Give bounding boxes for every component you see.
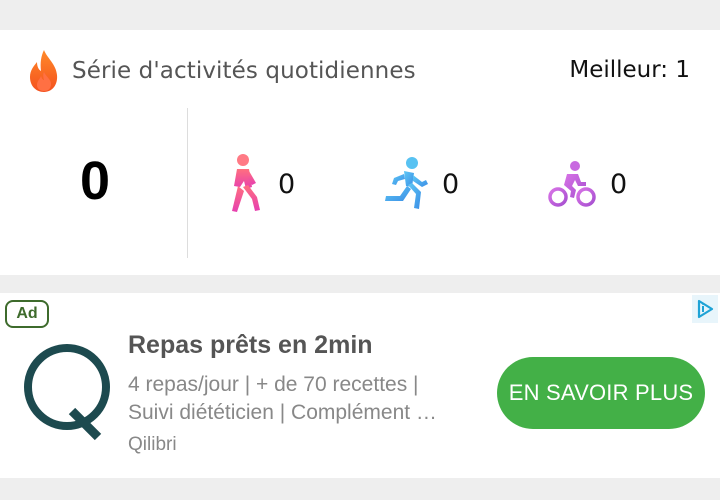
adchoices-icon[interactable]	[692, 295, 718, 323]
ad-description: 4 repas/jour | + de 70 recettes | Suivi …	[128, 371, 488, 427]
ad-advertiser-name: Qilibri	[128, 434, 177, 455]
current-streak-count: 0	[79, 151, 111, 211]
cycling-person-icon	[548, 160, 596, 208]
ad-headline[interactable]: Repas prêts en 2min	[128, 331, 373, 360]
brand-logo-icon[interactable]	[20, 341, 116, 441]
streak-header: Série d'activités quotidiennes	[26, 48, 416, 94]
learn-more-button[interactable]: EN SAVOIR PLUS	[497, 357, 705, 429]
walking-person-icon	[222, 153, 264, 215]
ad-banner[interactable]: Ad Repas prêts en 2min 4 repas/jour | + …	[0, 293, 720, 478]
divider	[187, 108, 188, 258]
cycling-activity: 0	[548, 152, 627, 216]
ad-badge: Ad	[5, 300, 49, 328]
daily-streak-card: Série d'activités quotidiennes Meilleur:…	[0, 30, 720, 275]
best-streak-label: Meilleur: 1	[569, 57, 690, 83]
streak-title: Série d'activités quotidiennes	[72, 58, 416, 84]
running-count: 0	[442, 168, 460, 200]
running-activity: 0	[382, 152, 459, 216]
running-person-icon	[382, 156, 428, 212]
flame-icon	[26, 48, 62, 94]
walking-count: 0	[278, 168, 296, 200]
walking-activity: 0	[222, 152, 295, 216]
cycling-count: 0	[610, 168, 628, 200]
ad-description-line: Suivi diététicien | Complément …	[128, 401, 437, 424]
ad-description-line: 4 repas/jour | + de 70 recettes |	[128, 373, 419, 396]
